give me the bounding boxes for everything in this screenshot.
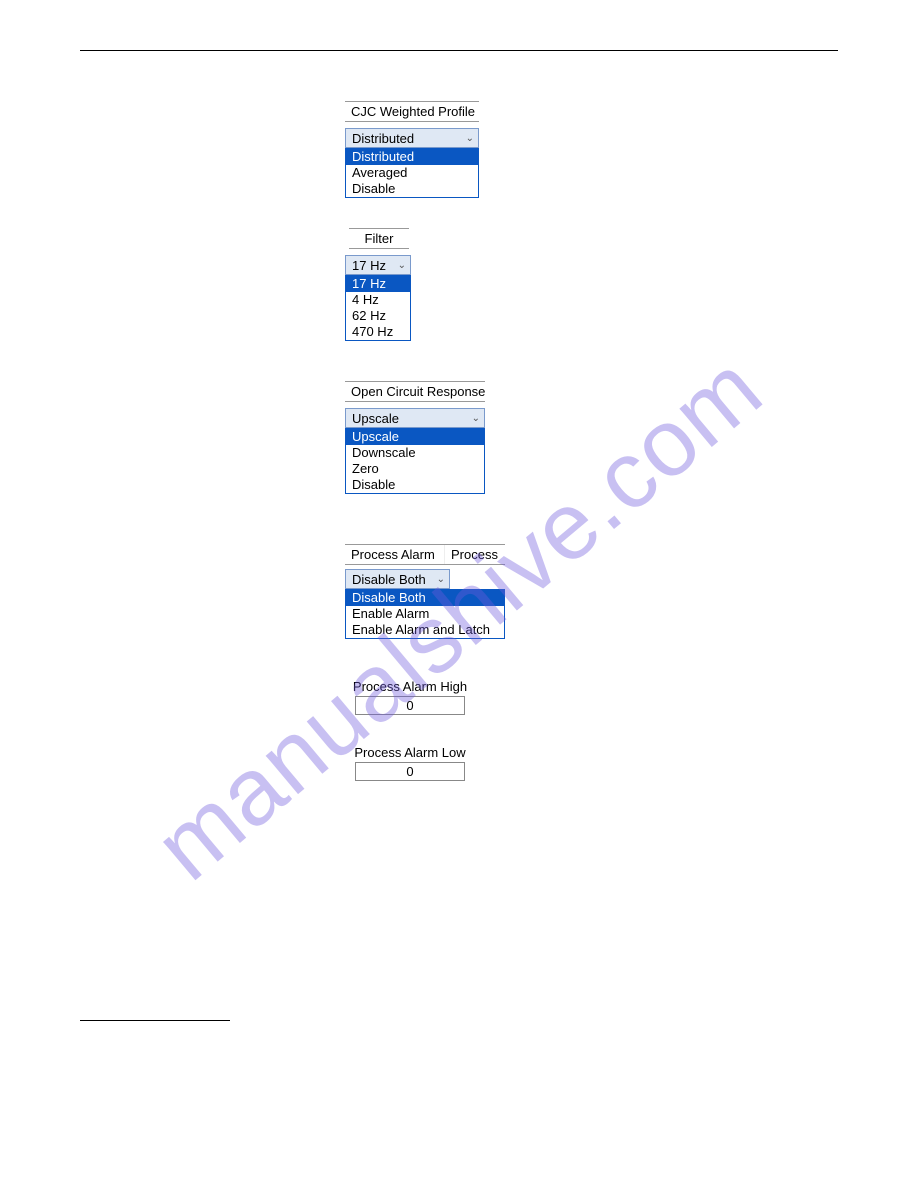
cjc-select-value: Distributed [352,131,414,146]
ocr-select[interactable]: Upscale ⌄ [345,408,485,428]
filter-option[interactable]: 62 Hz [346,308,410,324]
ocr-option[interactable]: Zero [346,461,484,477]
filter-header: Filter [349,228,409,249]
cjc-group: CJC Weighted Profile Distributed ⌄ Distr… [345,101,838,198]
ocr-group: Open Circuit Response Upscale ⌄ Upscale … [345,381,838,494]
cjc-header-row: CJC Weighted Profile [345,101,479,122]
cjc-option[interactable]: Averaged [346,165,478,181]
cjc-option[interactable]: Distributed [346,149,478,165]
footer-rule [80,1020,230,1021]
cjc-listbox[interactable]: Distributed Averaged Disable [345,148,479,198]
chevron-down-icon: ⌄ [437,574,445,585]
process-alarm-header-1: Process Alarm [345,545,445,564]
process-alarm-header-row: Process Alarm Process [345,544,505,565]
process-alarm-low-label: Process Alarm Low [345,745,475,760]
ocr-option[interactable]: Downscale [346,445,484,461]
process-alarm-low-group: Process Alarm Low 0 [345,745,838,781]
filter-select[interactable]: 17 Hz ⌄ [345,255,411,275]
process-alarm-listbox[interactable]: Disable Both Enable Alarm Enable Alarm a… [345,589,505,639]
ocr-listbox[interactable]: Upscale Downscale Zero Disable [345,428,485,494]
filter-option[interactable]: 17 Hz [346,276,410,292]
chevron-down-icon: ⌄ [466,133,474,144]
process-alarm-header-2: Process [445,545,505,564]
filter-select-value: 17 Hz [352,258,386,273]
process-alarm-option[interactable]: Enable Alarm [346,606,504,622]
process-alarm-high-value[interactable]: 0 [355,696,465,715]
process-alarm-select-value: Disable Both [352,572,426,587]
ocr-option[interactable]: Disable [346,477,484,493]
ocr-option[interactable]: Upscale [346,429,484,445]
top-rule [80,50,838,51]
chevron-down-icon: ⌄ [398,260,406,271]
ocr-select-value: Upscale [352,411,399,426]
process-alarm-option[interactable]: Enable Alarm and Latch [346,622,504,638]
filter-option[interactable]: 470 Hz [346,324,410,340]
process-alarm-low-value[interactable]: 0 [355,762,465,781]
process-alarm-high-label: Process Alarm High [345,679,475,694]
cjc-option[interactable]: Disable [346,181,478,197]
process-alarm-select[interactable]: Disable Both ⌄ [345,569,450,589]
ocr-header-row: Open Circuit Response [345,381,485,402]
filter-option[interactable]: 4 Hz [346,292,410,308]
filter-listbox[interactable]: 17 Hz 4 Hz 62 Hz 470 Hz [345,275,411,341]
process-alarm-high-group: Process Alarm High 0 [345,679,838,715]
process-alarm-option[interactable]: Disable Both [346,590,504,606]
ocr-header: Open Circuit Response [345,382,491,401]
cjc-select[interactable]: Distributed ⌄ [345,128,479,148]
process-alarm-group: Process Alarm Process Disable Both ⌄ Dis… [345,544,838,639]
chevron-down-icon: ⌄ [472,413,480,424]
filter-group: Filter 17 Hz ⌄ 17 Hz 4 Hz 62 Hz 470 Hz [345,228,838,341]
cjc-header: CJC Weighted Profile [345,102,481,121]
controls-column: CJC Weighted Profile Distributed ⌄ Distr… [345,101,838,781]
